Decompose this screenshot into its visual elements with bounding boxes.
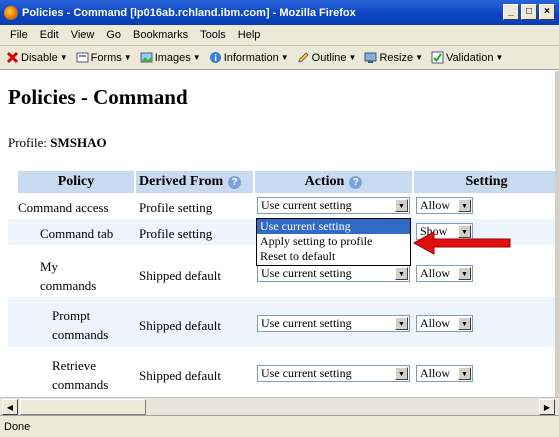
derived-from: Shipped default (139, 318, 221, 333)
policy-name: Command tab (40, 226, 114, 241)
red-arrow-annotation (412, 231, 511, 255)
action-select[interactable]: Use current setting ▼ (257, 315, 410, 332)
policy-name-cont: commands (52, 377, 109, 392)
chevron-down-icon: ▼ (458, 367, 471, 380)
chevron-down-icon: ▼ (458, 267, 471, 280)
menu-view[interactable]: View (65, 29, 101, 41)
derived-from: Shipped default (139, 268, 221, 283)
setting-select[interactable]: Allow ▼ (416, 197, 473, 214)
action-select[interactable]: Use current setting ▼ (257, 197, 410, 214)
images-icon (140, 52, 153, 63)
chevron-down-icon: ▼ (395, 317, 408, 330)
toolbar-validation-button[interactable]: Validation ▼ (427, 51, 507, 64)
toolbar-outline-button[interactable]: Outline ▼ (293, 51, 361, 64)
dropdown-option[interactable]: Reset to default (257, 249, 410, 264)
horizontal-scrollbar[interactable]: ◀ ▶ (0, 397, 559, 415)
scroll-right-button[interactable]: ▶ (539, 399, 555, 415)
policy-name: My (40, 259, 59, 274)
action-select[interactable]: Use current setting ▼ (257, 365, 410, 382)
dropdown-option[interactable]: Use current setting (257, 219, 410, 234)
menu-tools[interactable]: Tools (194, 29, 232, 41)
column-header-setting: Setting (414, 171, 559, 193)
window-titlebar[interactable]: Policies - Command [lp016ab.rchland.ibm.… (0, 0, 559, 25)
forms-icon (76, 52, 89, 63)
column-header-derived-from: Derived From? (136, 171, 253, 193)
menu-go[interactable]: Go (100, 29, 127, 41)
menu-bar: File Edit View Go Bookmarks Tools Help (0, 25, 559, 46)
status-text: Done (4, 420, 31, 433)
setting-select[interactable]: Allow ▼ (416, 365, 473, 382)
window-title: Policies - Command [lp016ab.rchland.ibm.… (22, 6, 356, 19)
close-button[interactable]: × (539, 4, 555, 20)
profile-line: Profile: SMSHAO (8, 135, 107, 151)
menu-edit[interactable]: Edit (34, 29, 65, 41)
toolbar-images-button[interactable]: Images ▼ (136, 51, 205, 64)
policy-name: Prompt (52, 308, 91, 323)
information-icon (209, 52, 221, 63)
policy-name: Command access (18, 200, 109, 215)
profile-label: Profile: (8, 135, 47, 150)
toolbar-forms-button[interactable]: Forms ▼ (72, 51, 136, 64)
vertical-scrollbar[interactable] (555, 71, 559, 397)
help-icon[interactable]: ? (349, 175, 363, 189)
policy-name-cont: commands (52, 327, 109, 342)
help-icon[interactable]: ? (228, 175, 242, 189)
maximize-button[interactable]: □ (521, 4, 537, 20)
policy-name: Retrieve (52, 358, 97, 373)
action-dropdown-list: Use current setting Apply setting to pro… (256, 218, 411, 266)
chevron-down-icon: ▼ (395, 199, 408, 212)
policy-name-cont: commands (40, 278, 97, 293)
disable-icon (6, 51, 19, 64)
chevron-down-icon: ▼ (458, 199, 471, 212)
toolbar-information-button[interactable]: Information ▼ (205, 51, 293, 64)
chevron-down-icon: ▼ (458, 317, 471, 330)
menu-help[interactable]: Help (232, 29, 267, 41)
menu-bookmarks[interactable]: Bookmarks (127, 29, 194, 41)
dropdown-option[interactable]: Apply setting to profile (257, 234, 410, 249)
profile-value: SMSHAO (50, 135, 107, 150)
scroll-left-button[interactable]: ◀ (2, 399, 18, 415)
toolbar-disable-button[interactable]: Disable ▼ (2, 51, 72, 64)
status-bar: Done (0, 415, 559, 437)
page-title: Policies - Command (8, 85, 188, 109)
derived-from: Profile setting (139, 200, 213, 215)
chevron-down-icon: ▼ (395, 367, 408, 380)
scrollbar-thumb[interactable] (20, 399, 146, 415)
column-header-action: Action? (255, 171, 412, 193)
outline-pencil-icon (298, 52, 309, 63)
column-header-policy: Policy (18, 171, 134, 193)
derived-from: Shipped default (139, 368, 221, 383)
web-developer-toolbar: Disable ▼ Forms ▼ Images ▼ Information ▼ Out… (0, 46, 559, 70)
resize-icon (364, 52, 377, 63)
action-select[interactable]: Use current setting ▼ (257, 265, 410, 282)
firefox-icon (4, 5, 18, 20)
setting-select[interactable]: Allow ▼ (416, 265, 473, 282)
validation-check-icon (431, 51, 444, 64)
menu-file[interactable]: File (4, 29, 34, 41)
setting-select[interactable]: Allow ▼ (416, 315, 473, 332)
derived-from: Profile setting (139, 226, 213, 241)
toolbar-resize-button[interactable]: Resize ▼ (360, 51, 427, 64)
minimize-button[interactable]: _ (503, 4, 519, 20)
chevron-down-icon: ▼ (395, 267, 408, 280)
